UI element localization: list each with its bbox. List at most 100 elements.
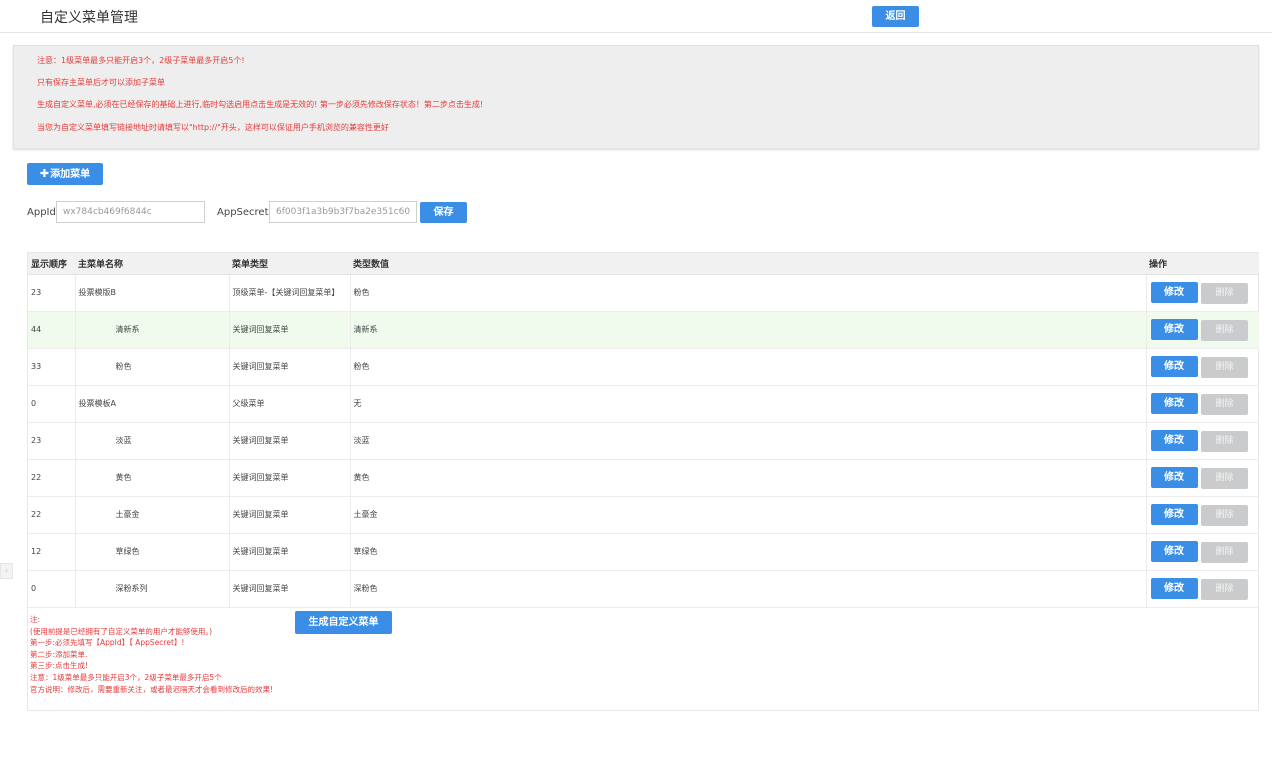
cell-type: 父级菜单	[229, 385, 351, 422]
cell-ops: 修改 删除	[1146, 311, 1259, 348]
cell-value: 粉色	[350, 274, 1147, 311]
cell-ops: 修改 删除	[1146, 422, 1259, 459]
table-row: 0 投票模板A 父级菜单 无 修改 删除	[28, 385, 1259, 422]
cell-type: 关键词回复菜单	[229, 496, 351, 533]
cell-name: 深粉系列	[75, 570, 230, 607]
page-title: 自定义菜单管理	[40, 10, 138, 26]
appid-label: AppId:	[27, 207, 60, 218]
cell-value: 淡蓝	[350, 422, 1147, 459]
edit-button[interactable]: 修改	[1150, 577, 1198, 599]
note-line: 第二步:添加菜单.	[30, 649, 88, 659]
notice-line: 生成自定义菜单,必须在已经保存的基础上进行,临时勾选启用点击生成是无效的! 第一…	[37, 100, 484, 109]
table-row: 12 草绿色 关键词回复菜单 草绿色 修改 删除	[28, 533, 1259, 570]
chevron-left-icon[interactable]: ‹	[0, 563, 13, 579]
footer-notes: 注: (使用前提是已经拥有了自定义菜单的用户才能够使用。) 第一步:必须先填写【…	[30, 614, 273, 695]
cell-order: 33	[28, 348, 76, 385]
cell-order: 0	[28, 570, 76, 607]
cell-value: 土豪金	[350, 496, 1147, 533]
cell-name: 投票模板A	[75, 385, 230, 422]
delete-button[interactable]: 删除	[1201, 356, 1249, 378]
cell-value: 深粉色	[350, 570, 1147, 607]
delete-button[interactable]: 删除	[1201, 282, 1249, 304]
cell-value: 无	[350, 385, 1147, 422]
add-menu-button[interactable]: ✚添加菜单	[27, 163, 103, 185]
delete-button[interactable]: 删除	[1201, 393, 1249, 415]
delete-button[interactable]: 删除	[1201, 430, 1249, 452]
note-line: 第一步:必须先填写【AppId】【 AppSecret】!	[30, 638, 185, 648]
cell-order: 23	[28, 422, 76, 459]
edit-button[interactable]: 修改	[1150, 503, 1198, 525]
col-header-type: 菜单类型	[229, 253, 350, 275]
cell-name: 黄色	[75, 459, 230, 496]
cell-order: 22	[28, 459, 76, 496]
edit-button[interactable]: 修改	[1150, 429, 1198, 451]
add-menu-label: 添加菜单	[50, 169, 91, 180]
back-button[interactable]: 返回	[872, 6, 919, 27]
cell-value: 黄色	[350, 459, 1147, 496]
cell-order: 12	[28, 533, 76, 570]
appid-input[interactable]: wx784cb469f6844c	[56, 201, 205, 223]
edit-button[interactable]: 修改	[1150, 392, 1198, 414]
edit-button[interactable]: 修改	[1150, 355, 1198, 377]
delete-button[interactable]: 删除	[1201, 541, 1249, 563]
cell-ops: 修改 删除	[1146, 459, 1259, 496]
edit-button[interactable]: 修改	[1150, 540, 1198, 562]
delete-button[interactable]: 删除	[1201, 578, 1249, 600]
cell-type: 关键词回复菜单	[229, 459, 351, 496]
table-row: 22 土豪金 关键词回复菜单 土豪金 修改 删除	[28, 496, 1259, 533]
col-header-order: 显示顺序	[28, 253, 75, 275]
table-header-row: 显示顺序 主菜单名称 菜单类型 类型数值 操作	[28, 253, 1259, 275]
cell-type: 关键词回复菜单	[229, 570, 351, 607]
notice-line: 注意：1级菜单最多只能开启3个，2级子菜单最多开启5个!	[37, 56, 245, 65]
cell-name: 投票模版B	[75, 274, 230, 311]
menu-table: 显示顺序 主菜单名称 菜单类型 类型数值 操作 23 投票模版B 顶级菜单-【关…	[28, 253, 1259, 608]
col-header-name: 主菜单名称	[75, 253, 229, 275]
note-line: 注:	[30, 615, 41, 624]
cell-ops: 修改 删除	[1146, 496, 1259, 533]
notice-panel: 注意：1级菜单最多只能开启3个，2级子菜单最多开启5个! 只有保存主菜单后才可以…	[13, 45, 1259, 149]
table-row: 33 粉色 关键词回复菜单 粉色 修改 删除	[28, 348, 1259, 385]
cell-order: 22	[28, 496, 76, 533]
cell-value: 粉色	[350, 348, 1147, 385]
edit-button[interactable]: 修改	[1150, 281, 1198, 303]
col-header-ops: 操作	[1146, 253, 1259, 275]
save-button[interactable]: 保存	[420, 202, 467, 223]
note-line: 第三步:点击生成!	[30, 661, 89, 671]
col-header-value: 类型数值	[350, 253, 1146, 275]
cell-value: 清新系	[350, 311, 1147, 348]
table-row: 22 黄色 关键词回复菜单 黄色 修改 删除	[28, 459, 1259, 496]
cell-value: 草绿色	[350, 533, 1147, 570]
appsecret-input[interactable]: 6f003f1a3b9b3f7ba2e351c60	[269, 201, 417, 223]
cell-name: 草绿色	[75, 533, 230, 570]
cell-ops: 修改 删除	[1146, 385, 1259, 422]
cell-type: 关键词回复菜单	[229, 311, 351, 348]
cell-type: 关键词回复菜单	[229, 348, 351, 385]
delete-button[interactable]: 删除	[1201, 504, 1249, 526]
cell-order: 44	[28, 311, 76, 348]
appsecret-label: AppSecret:	[217, 207, 272, 218]
cell-name: 清新系	[75, 311, 230, 348]
cell-ops: 修改 删除	[1146, 274, 1259, 311]
notice-line: 当您为自定义菜单填写链接地址时请填写以"http://"开头，这样可以保证用户手…	[37, 123, 389, 132]
table-row: 23 淡蓝 关键词回复菜单 淡蓝 修改 删除	[28, 422, 1259, 459]
delete-button[interactable]: 删除	[1201, 467, 1249, 489]
cell-type: 关键词回复菜单	[229, 422, 351, 459]
cell-type: 顶级菜单-【关键词回复菜单】	[229, 274, 351, 311]
note-line: 注意：1级菜单最多只能开启3个，2级子菜单最多开启5个	[30, 672, 222, 682]
cell-ops: 修改 删除	[1146, 570, 1259, 607]
notice-line: 只有保存主菜单后才可以添加子菜单	[37, 78, 165, 87]
cell-ops: 修改 删除	[1146, 348, 1259, 385]
generate-menu-button[interactable]: 生成自定义菜单	[295, 611, 392, 634]
edit-button[interactable]: 修改	[1150, 318, 1198, 340]
edit-button[interactable]: 修改	[1150, 466, 1198, 488]
cell-name: 淡蓝	[75, 422, 230, 459]
cell-name: 土豪金	[75, 496, 230, 533]
delete-button[interactable]: 删除	[1201, 319, 1249, 341]
cell-type: 关键词回复菜单	[229, 533, 351, 570]
note-line: 官方说明：修改后，需要重新关注，或者最迟隔天才会看到修改后的效果!	[30, 684, 274, 694]
plus-icon: ✚	[39, 167, 50, 180]
cell-order: 0	[28, 385, 76, 422]
table-row: 0 深粉系列 关键词回复菜单 深粉色 修改 删除	[28, 570, 1259, 607]
note-line: (使用前提是已经拥有了自定义菜单的用户才能够使用。)	[30, 626, 213, 636]
page-header: 自定义菜单管理 返回	[0, 0, 1272, 33]
